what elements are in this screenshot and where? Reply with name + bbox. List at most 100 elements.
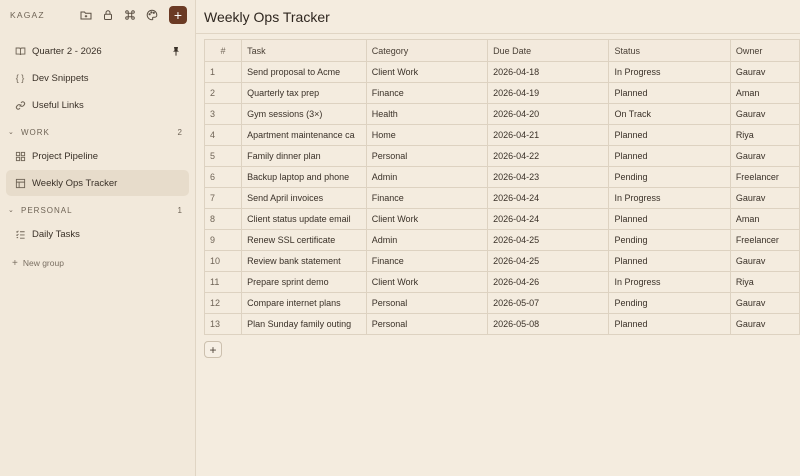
row-number-cell[interactable]: 11 <box>203 271 243 293</box>
due-date-cell[interactable]: 2026-04-23 <box>487 166 610 188</box>
add-row-button[interactable]: + <box>204 341 222 358</box>
task-cell[interactable]: Renew SSL certificate <box>241 229 367 251</box>
owner-cell[interactable]: Aman <box>729 82 800 104</box>
category-cell[interactable]: Admin <box>365 229 489 251</box>
command-icon[interactable] <box>123 9 136 22</box>
task-cell[interactable]: Review bank statement <box>241 250 367 272</box>
due-date-cell[interactable]: 2026-04-25 <box>487 229 610 251</box>
row-number-cell[interactable]: 4 <box>203 124 243 146</box>
row-number-cell[interactable]: 2 <box>203 82 243 104</box>
status-cell[interactable]: In Progress <box>608 61 731 83</box>
due-date-cell[interactable]: 2026-04-26 <box>487 271 610 293</box>
due-date-cell[interactable]: 2026-04-25 <box>487 250 610 272</box>
category-cell[interactable]: Finance <box>365 82 489 104</box>
table-row[interactable]: 12 Compare internet plans Personal 2026-05-… <box>203 292 800 314</box>
due-date-cell[interactable]: 2026-04-24 <box>487 208 610 230</box>
sidebar-item-project-pipeline[interactable]: Project Pipeline <box>6 143 189 169</box>
due-date-cell[interactable]: 2026-04-24 <box>487 187 610 209</box>
pin-icon[interactable] <box>171 46 181 56</box>
category-cell[interactable]: Personal <box>365 313 489 335</box>
status-cell[interactable]: Planned <box>608 208 731 230</box>
table-row[interactable]: 13 Plan Sunday family outing Personal 2026-… <box>203 313 800 335</box>
owner-cell[interactable]: Freelancer <box>729 229 800 251</box>
category-cell[interactable]: Personal <box>365 292 489 314</box>
status-cell[interactable]: On Track <box>608 103 731 125</box>
owner-cell[interactable]: Riya <box>729 124 800 146</box>
status-cell[interactable]: Pending <box>608 292 731 314</box>
status-cell[interactable]: Planned <box>608 124 731 146</box>
column-header-category[interactable]: Category <box>365 39 489 62</box>
new-group-button[interactable]: + New group <box>6 251 189 275</box>
owner-cell[interactable]: Riya <box>729 271 800 293</box>
status-cell[interactable]: Planned <box>608 82 731 104</box>
task-cell[interactable]: Gym sessions (3×) <box>241 103 367 125</box>
task-cell[interactable]: Backup laptop and phone <box>241 166 367 188</box>
category-cell[interactable]: Health <box>365 103 489 125</box>
task-cell[interactable]: Apartment maintenance ca <box>241 124 367 146</box>
row-number-cell[interactable]: 13 <box>203 313 243 335</box>
new-folder-icon[interactable] <box>79 9 92 22</box>
due-date-cell[interactable]: 2026-04-18 <box>487 61 610 83</box>
lock-icon[interactable] <box>101 9 114 22</box>
task-cell[interactable]: Compare internet plans <box>241 292 367 314</box>
table-row[interactable]: 4 Apartment maintenance ca Home 2026-04-21 P… <box>203 124 800 146</box>
due-date-cell[interactable]: 2026-05-07 <box>487 292 610 314</box>
table-row[interactable]: 6 Backup laptop and phone Admin 2026-04-23 P… <box>203 166 800 188</box>
owner-cell[interactable]: Gaurav <box>729 292 800 314</box>
group-header-personal[interactable]: ⌄ PERSONAL 1 <box>6 200 189 220</box>
owner-cell[interactable]: Gaurav <box>729 250 800 272</box>
row-number-cell[interactable]: 8 <box>203 208 243 230</box>
category-cell[interactable]: Finance <box>365 250 489 272</box>
owner-cell[interactable]: Gaurav <box>729 61 800 83</box>
status-cell[interactable]: Pending <box>608 229 731 251</box>
row-number-cell[interactable]: 5 <box>203 145 243 167</box>
table-row[interactable]: 7 Send April invoices Finance 2026-04-24 In … <box>203 187 800 209</box>
table-row[interactable]: 3 Gym sessions (3×) Health 2026-04-20 On Tra… <box>203 103 800 125</box>
sidebar-item-daily-tasks[interactable]: Daily Tasks <box>6 221 189 247</box>
category-cell[interactable]: Client Work <box>365 208 489 230</box>
row-number-cell[interactable]: 6 <box>203 166 243 188</box>
status-cell[interactable]: Planned <box>608 250 731 272</box>
column-header-owner[interactable]: Owner <box>729 39 800 62</box>
due-date-cell[interactable]: 2026-04-22 <box>487 145 610 167</box>
column-header-due-date[interactable]: Due Date <box>487 39 610 62</box>
sidebar-item-dev-snippets[interactable]: { } Dev Snippets <box>6 65 189 91</box>
table-row[interactable]: 5 Family dinner plan Personal 2026-04-22 Pla… <box>203 145 800 167</box>
task-cell[interactable]: Quarterly tax prep <box>241 82 367 104</box>
owner-cell[interactable]: Gaurav <box>729 313 800 335</box>
task-cell[interactable]: Plan Sunday family outing <box>241 313 367 335</box>
table-row[interactable]: 8 Client status update email Client Work 20… <box>203 208 800 230</box>
task-cell[interactable]: Send April invoices <box>241 187 367 209</box>
owner-cell[interactable]: Gaurav <box>729 145 800 167</box>
table-row[interactable]: 11 Prepare sprint demo Client Work 2026-04-… <box>203 271 800 293</box>
status-cell[interactable]: Planned <box>608 145 731 167</box>
table-row[interactable]: 2 Quarterly tax prep Finance 2026-04-19 Plan… <box>203 82 800 104</box>
owner-cell[interactable]: Freelancer <box>729 166 800 188</box>
category-cell[interactable]: Home <box>365 124 489 146</box>
due-date-cell[interactable]: 2026-05-08 <box>487 313 610 335</box>
row-number-cell[interactable]: 10 <box>203 250 243 272</box>
row-number-cell[interactable]: 12 <box>203 292 243 314</box>
column-header-status[interactable]: Status <box>608 39 731 62</box>
row-number-cell[interactable]: 1 <box>203 61 243 83</box>
category-cell[interactable]: Client Work <box>365 61 489 83</box>
status-cell[interactable]: Planned <box>608 313 731 335</box>
add-page-button[interactable]: + <box>169 6 187 24</box>
status-cell[interactable]: In Progress <box>608 187 731 209</box>
table-row[interactable]: 1 Send proposal to Acme Client Work 2026-04… <box>203 61 800 83</box>
owner-cell[interactable]: Gaurav <box>729 187 800 209</box>
task-cell[interactable]: Send proposal to Acme <box>241 61 367 83</box>
category-cell[interactable]: Admin <box>365 166 489 188</box>
due-date-cell[interactable]: 2026-04-21 <box>487 124 610 146</box>
column-header-task[interactable]: Task <box>241 39 367 62</box>
group-header-work[interactable]: ⌄ WORK 2 <box>6 122 189 142</box>
category-cell[interactable]: Client Work <box>365 271 489 293</box>
owner-cell[interactable]: Aman <box>729 208 800 230</box>
status-cell[interactable]: In Progress <box>608 271 731 293</box>
due-date-cell[interactable]: 2026-04-19 <box>487 82 610 104</box>
table-row[interactable]: 10 Review bank statement Finance 2026-04-25… <box>203 250 800 272</box>
row-number-cell[interactable]: 3 <box>203 103 243 125</box>
row-number-cell[interactable]: 7 <box>203 187 243 209</box>
task-cell[interactable]: Prepare sprint demo <box>241 271 367 293</box>
table-row[interactable]: 9 Renew SSL certificate Admin 2026-04-25 Pen… <box>203 229 800 251</box>
